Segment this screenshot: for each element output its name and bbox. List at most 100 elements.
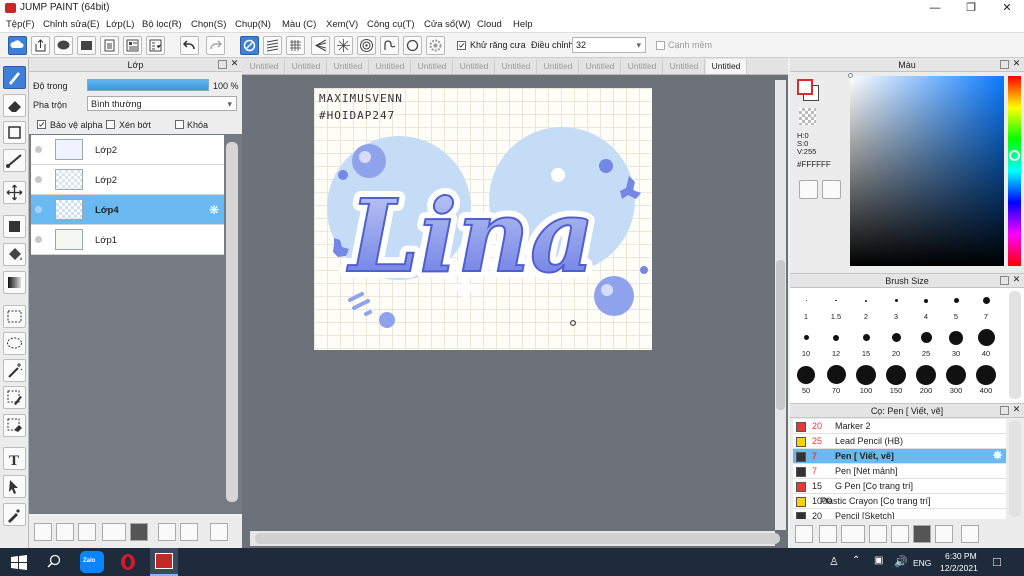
document-tab[interactable]: Untitled [328, 59, 369, 74]
eraser-tool-icon[interactable] [3, 94, 26, 117]
brush-item[interactable]: 15 G Pen [Cọ trang trí] [793, 479, 1006, 494]
menu-tools[interactable]: Công cụ(T) [367, 19, 415, 30]
brush-size-option[interactable]: 1.5 [821, 289, 851, 321]
brush-item[interactable]: 25 Lead Pencil (HB) [793, 434, 1006, 449]
horizontal-scroll-thumb[interactable] [255, 533, 780, 544]
brush-folder-icon[interactable] [913, 525, 931, 543]
brush-item[interactable]: 1000 Plastic Crayon [Cọ trang trí] [793, 494, 1006, 509]
ellipse-ruler-icon[interactable] [403, 36, 422, 55]
menu-cloud[interactable]: Cloud [477, 19, 502, 30]
clock-time[interactable]: 6:30 PM [945, 551, 977, 561]
document-tab[interactable]: Untitled [664, 59, 705, 74]
curve-ruler-icon[interactable] [380, 36, 399, 55]
undock-icon[interactable] [218, 60, 227, 69]
palette-icon[interactable] [799, 180, 818, 199]
brush-size-option[interactable]: 400 [971, 363, 1001, 395]
clip-checkbox[interactable] [106, 120, 115, 129]
eyedropper-tool-icon[interactable] [3, 503, 26, 526]
menu-layer[interactable]: Lớp(L) [106, 19, 134, 30]
brush-item[interactable]: 20 Marker 2 [793, 419, 1006, 434]
document-tab[interactable]: Untitled [496, 59, 537, 74]
export-icon[interactable] [31, 36, 50, 55]
foreground-color-swatch[interactable] [797, 79, 813, 95]
protect-alpha-checkbox[interactable] [37, 120, 46, 129]
opera-browser-icon[interactable] [117, 552, 139, 572]
brush-list-scrollbar[interactable] [1009, 421, 1021, 517]
brush-size-option[interactable]: 4 [911, 289, 941, 321]
people-icon[interactable]: ♙ [829, 555, 839, 568]
brush-item-selected[interactable]: 7 Pen [ Viết, vẽ] ❋ [793, 449, 1006, 464]
brush-size-option[interactable]: 2 [851, 289, 881, 321]
maximize-button[interactable]: ❐ [954, 0, 988, 16]
blend-mode-select[interactable]: Bình thường ▾ [87, 96, 237, 111]
new-8bit-layer-icon[interactable] [78, 523, 96, 541]
bucket-tool-icon[interactable] [3, 243, 26, 266]
layout-icon[interactable] [123, 36, 142, 55]
document-tab[interactable]: Untitled [244, 59, 285, 74]
ruler-settings-icon[interactable] [426, 36, 445, 55]
document-tab-active[interactable]: Untitled [706, 59, 747, 74]
brush-size-option[interactable]: 12 [821, 326, 851, 358]
folder-icon[interactable] [130, 523, 148, 541]
chevron-up-icon[interactable]: ⌃ [852, 555, 860, 566]
brush-cloud-icon[interactable] [795, 525, 813, 543]
undock-icon[interactable] [1000, 276, 1009, 285]
close-panel-icon[interactable]: ✕ [230, 59, 239, 69]
line-tool-icon[interactable] [3, 149, 26, 172]
perspective-ruler-icon[interactable] [311, 36, 330, 55]
vertical-scroll-thumb[interactable] [776, 260, 785, 410]
merge-layer-icon[interactable] [180, 523, 198, 541]
undo-icon[interactable] [180, 36, 199, 55]
hue-slider-handle[interactable] [1009, 150, 1020, 161]
brush-duplicate-icon[interactable] [935, 525, 953, 543]
selection-eraser-tool-icon[interactable] [3, 414, 26, 437]
document-tab[interactable]: Untitled [454, 59, 495, 74]
note-icon[interactable] [77, 36, 96, 55]
opacity-slider[interactable] [87, 79, 209, 91]
select-rect-tool-icon[interactable] [3, 305, 26, 328]
menu-filter[interactable]: Bộ lọc(R) [142, 19, 182, 30]
document-tab[interactable]: Untitled [538, 59, 579, 74]
clock-date[interactable]: 12/2/2021 [940, 563, 978, 573]
drawing-canvas[interactable]: Lina Lina MAXIMUSVENN #HOIDAP247 [314, 88, 652, 350]
no-ruler-icon[interactable] [240, 36, 259, 55]
selection-pen-tool-icon[interactable] [3, 386, 26, 409]
shape-tool-icon[interactable] [3, 121, 26, 144]
brush-size-scrollbar[interactable] [1009, 291, 1021, 399]
lock-checkbox[interactable] [175, 120, 184, 129]
gear-icon[interactable]: ❋ [993, 449, 1002, 462]
layer-row[interactable]: Lớp1 [31, 225, 224, 255]
comment-icon[interactable] [54, 36, 73, 55]
language-indicator[interactable]: ENG [913, 558, 931, 568]
new-halftone-layer-icon[interactable] [56, 523, 74, 541]
layer-row[interactable]: Lớp2 [31, 135, 224, 165]
parallel-ruler-icon[interactable] [263, 36, 282, 55]
notification-icon[interactable]: □ [993, 554, 1001, 569]
brush-item[interactable]: 7 Pen [Nét mảnh] [793, 464, 1006, 479]
visibility-icon[interactable] [35, 236, 42, 243]
hue-slider[interactable] [1008, 76, 1021, 266]
brush-size-option[interactable]: 30 [941, 326, 971, 358]
jump-paint-taskbar-icon[interactable] [150, 548, 178, 576]
transparent-color-icon[interactable] [799, 108, 816, 125]
volume-icon[interactable]: 🔊 [894, 555, 908, 568]
brush-size-option[interactable]: 150 [881, 363, 911, 395]
document-tab[interactable]: Untitled [580, 59, 621, 74]
new-layer-icon[interactable] [34, 523, 52, 541]
pen-tool-icon[interactable] [3, 66, 26, 89]
adjust-input[interactable]: 32 ▾ [572, 37, 646, 53]
brush-menu-icon[interactable] [841, 525, 865, 543]
network-icon[interactable]: ▣ [874, 555, 883, 566]
search-icon[interactable] [43, 552, 65, 572]
antialias-checkbox[interactable] [457, 41, 466, 50]
layer-row-selected[interactable]: Lớp4 ❋ [31, 195, 224, 225]
redo-icon[interactable] [206, 36, 225, 55]
grid-check-icon[interactable] [146, 36, 165, 55]
operation-tool-icon[interactable] [3, 475, 26, 498]
grid-ruler-icon[interactable] [286, 36, 305, 55]
close-button[interactable]: ✕ [990, 0, 1024, 16]
menu-view[interactable]: Xem(V) [326, 19, 358, 30]
brush-settings-icon[interactable] [891, 525, 909, 543]
trash-icon[interactable] [210, 523, 228, 541]
palette-settings-icon[interactable] [822, 180, 841, 199]
